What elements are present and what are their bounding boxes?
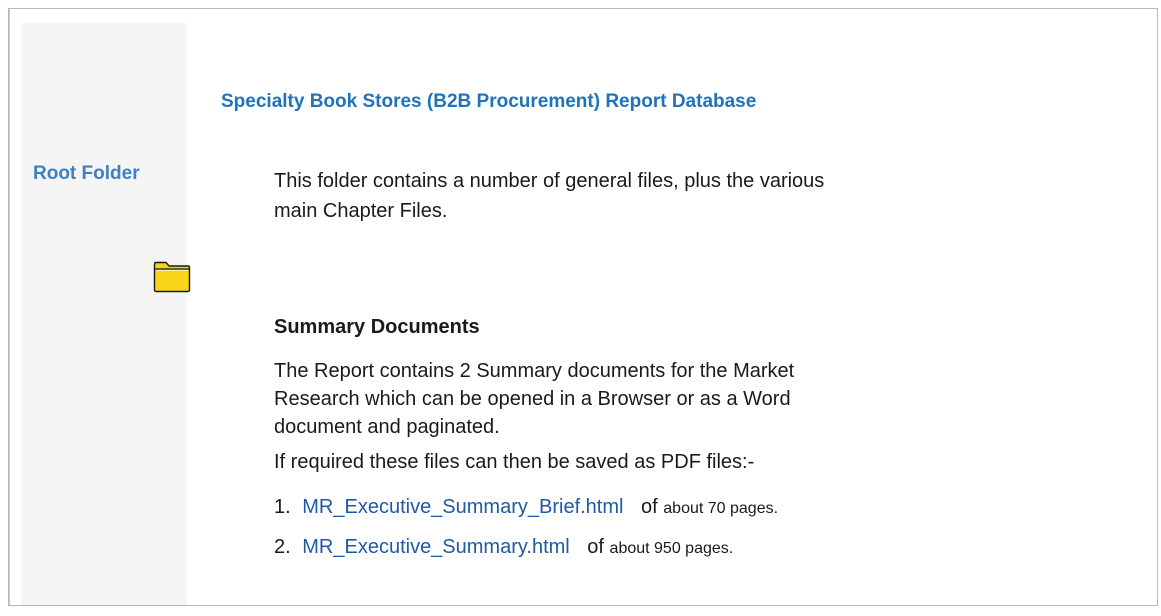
- sidebar: Root Folder: [21, 23, 191, 605]
- page-frame: Root Folder Specialty Book Stores (B2B P…: [8, 8, 1158, 606]
- of-text: of: [587, 536, 604, 558]
- page-count: about 950 pages.: [609, 540, 734, 557]
- summary-heading: Summary Documents: [274, 316, 480, 338]
- of-text: of: [641, 496, 658, 518]
- root-folder-label: Root Folder: [33, 163, 140, 184]
- list-item: 2. MR_Executive_Summary.html of about 95…: [274, 532, 778, 572]
- list-number: 2.: [274, 536, 291, 558]
- pdf-note: If required these files can then be save…: [274, 451, 755, 473]
- executive-summary-brief-link[interactable]: MR_Executive_Summary_Brief.html: [302, 496, 623, 518]
- list-number: 1.: [274, 496, 291, 518]
- left-rule: [9, 9, 10, 605]
- database-title: Specialty Book Stores (B2B Procurement) …: [221, 91, 757, 112]
- intro-paragraph: This folder contains a number of general…: [274, 170, 825, 222]
- folder-icon[interactable]: [153, 261, 191, 293]
- list-item: 1. MR_Executive_Summary_Brief.html of ab…: [274, 492, 778, 532]
- summary-description: The Report contains 2 Summary documents …: [274, 360, 795, 438]
- document-list: 1. MR_Executive_Summary_Brief.html of ab…: [274, 492, 778, 572]
- page-count: about 70 pages.: [663, 500, 779, 517]
- executive-summary-link[interactable]: MR_Executive_Summary.html: [302, 536, 569, 558]
